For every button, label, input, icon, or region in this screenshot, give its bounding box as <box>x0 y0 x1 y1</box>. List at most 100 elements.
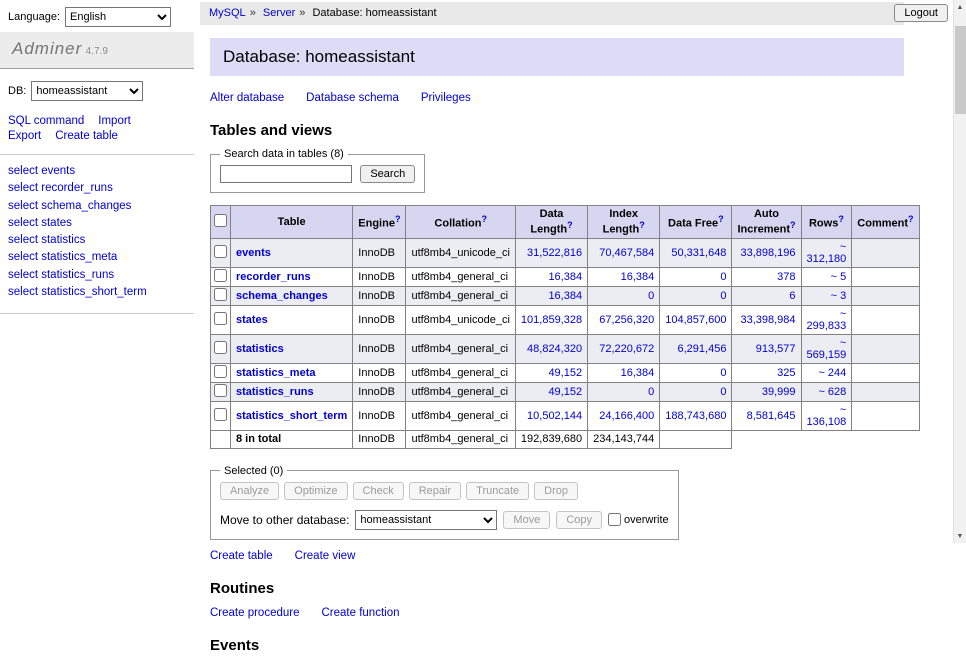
column-help-link[interactable]: ? <box>790 220 796 230</box>
selected-action-button[interactable]: Check <box>353 482 404 500</box>
rows-link[interactable]: ~ 569,159 <box>807 337 847 361</box>
sidebar-table-link[interactable]: select statistics_meta <box>8 251 117 263</box>
rows-link[interactable]: ~ 5 <box>831 271 847 283</box>
sidebar-table-link[interactable]: select statistics <box>8 234 85 246</box>
rows-link[interactable]: ~ 136,108 <box>807 404 847 428</box>
data-length-link[interactable]: 31,522,816 <box>527 247 582 259</box>
index-length-link[interactable]: 0 <box>648 290 654 302</box>
content-link[interactable]: Alter database <box>210 92 284 104</box>
db-select[interactable]: homeassistant <box>31 81 143 101</box>
auto-increment-link[interactable]: 8,581,645 <box>747 410 796 422</box>
row-checkbox[interactable] <box>214 408 227 421</box>
sidebar-table-link[interactable]: select recorder_runs <box>8 182 113 194</box>
row-checkbox[interactable] <box>214 269 227 282</box>
table-name-link[interactable]: recorder_runs <box>236 271 311 283</box>
logout-button[interactable]: Logout <box>894 4 948 22</box>
data-free-link[interactable]: 104,857,600 <box>665 314 726 326</box>
auto-increment-link[interactable]: 913,577 <box>756 343 796 355</box>
index-length-link[interactable]: 16,384 <box>621 367 655 379</box>
scroll-down-arrow[interactable]: ▼ <box>954 529 966 543</box>
data-free-link[interactable]: 0 <box>720 271 726 283</box>
auto-increment-link[interactable]: 6 <box>789 290 795 302</box>
rows-link[interactable]: ~ 244 <box>818 367 846 379</box>
overwrite-option[interactable]: overwrite <box>608 513 669 526</box>
content-link[interactable]: Create function <box>322 607 400 619</box>
scroll-up-arrow[interactable]: ▲ <box>954 0 966 14</box>
table-name-link[interactable]: statistics_short_term <box>236 410 347 422</box>
content-link[interactable]: Create view <box>295 550 356 562</box>
search-input[interactable] <box>220 165 352 183</box>
sidebar-action-link[interactable]: SQL command <box>8 115 84 127</box>
row-checkbox[interactable] <box>214 312 227 325</box>
sidebar-action-link[interactable]: Export <box>8 130 41 142</box>
language-select[interactable]: English <box>65 7 171 27</box>
sidebar-table-link[interactable]: select states <box>8 217 72 229</box>
index-length-link[interactable]: 16,384 <box>621 271 655 283</box>
rows-link[interactable]: ~ 312,180 <box>807 241 847 265</box>
overwrite-checkbox[interactable] <box>608 513 621 526</box>
index-length-link[interactable]: 24,166,400 <box>599 410 654 422</box>
data-length-link[interactable]: 49,152 <box>548 367 582 379</box>
row-checkbox[interactable] <box>214 245 227 258</box>
table-name-link[interactable]: schema_changes <box>236 290 328 302</box>
column-help-link[interactable]: ? <box>639 220 645 230</box>
auto-increment-link[interactable]: 378 <box>777 271 795 283</box>
table-name-link[interactable]: events <box>236 247 271 259</box>
data-free-link[interactable]: 188,743,680 <box>665 410 726 422</box>
row-checkbox[interactable] <box>214 365 227 378</box>
table-name-link[interactable]: statistics_meta <box>236 367 316 379</box>
sidebar-action-link[interactable]: Import <box>98 115 131 127</box>
index-length-link[interactable]: 70,467,584 <box>599 247 654 259</box>
data-free-link[interactable]: 0 <box>720 367 726 379</box>
selected-action-button[interactable]: Truncate <box>466 482 529 500</box>
data-length-link[interactable]: 10,502,144 <box>527 410 582 422</box>
column-help-link[interactable]: ? <box>838 214 844 224</box>
selected-action-button[interactable]: Drop <box>534 482 578 500</box>
auto-increment-link[interactable]: 33,898,196 <box>740 247 795 259</box>
search-button[interactable]: Search <box>360 165 415 183</box>
rows-link[interactable]: ~ 628 <box>818 386 846 398</box>
row-checkbox[interactable] <box>214 384 227 397</box>
table-name-link[interactable]: states <box>236 314 268 326</box>
sidebar-table-link[interactable]: select schema_changes <box>8 200 131 212</box>
data-length-link[interactable]: 49,152 <box>548 386 582 398</box>
scroll-thumb[interactable] <box>955 26 966 114</box>
selected-action-button[interactable]: Repair <box>409 482 461 500</box>
auto-increment-link[interactable]: 325 <box>777 367 795 379</box>
column-help-link[interactable]: ? <box>567 220 573 230</box>
column-help-link[interactable]: ? <box>718 214 724 224</box>
sidebar-action-link[interactable]: Create table <box>55 130 118 142</box>
column-help-link[interactable]: ? <box>395 214 401 224</box>
move-db-select[interactable]: homeassistant <box>355 510 497 530</box>
column-help-link[interactable]: ? <box>908 214 914 224</box>
sidebar-table-link[interactable]: select statistics_short_term <box>8 286 147 298</box>
data-length-link[interactable]: 48,824,320 <box>527 343 582 355</box>
content-link[interactable]: Create table <box>210 550 273 562</box>
index-length-link[interactable]: 72,220,672 <box>599 343 654 355</box>
data-free-link[interactable]: 0 <box>720 386 726 398</box>
data-length-link[interactable]: 101,859,328 <box>521 314 582 326</box>
move-button[interactable]: Move <box>503 511 550 529</box>
auto-increment-link[interactable]: 33,398,984 <box>740 314 795 326</box>
app-title-link[interactable]: Adminer <box>12 39 82 58</box>
rows-link[interactable]: ~ 3 <box>831 290 847 302</box>
data-length-link[interactable]: 16,384 <box>548 271 582 283</box>
row-checkbox[interactable] <box>214 341 227 354</box>
data-free-link[interactable]: 6,291,456 <box>678 343 727 355</box>
row-checkbox[interactable] <box>214 288 227 301</box>
sidebar-table-link[interactable]: select statistics_runs <box>8 269 114 281</box>
index-length-link[interactable]: 67,256,320 <box>599 314 654 326</box>
data-length-link[interactable]: 16,384 <box>548 290 582 302</box>
selected-action-button[interactable]: Optimize <box>284 482 347 500</box>
selected-action-button[interactable]: Analyze <box>220 482 279 500</box>
breadcrumb-link[interactable]: Server <box>263 7 295 19</box>
content-link[interactable]: Create procedure <box>210 607 300 619</box>
content-link[interactable]: Database schema <box>306 92 399 104</box>
content-link[interactable]: Privileges <box>421 92 471 104</box>
data-free-link[interactable]: 50,331,648 <box>671 247 726 259</box>
auto-increment-link[interactable]: 39,999 <box>762 386 796 398</box>
copy-button[interactable]: Copy <box>556 511 602 529</box>
data-free-link[interactable]: 0 <box>720 290 726 302</box>
column-help-link[interactable]: ? <box>481 214 487 224</box>
index-length-link[interactable]: 0 <box>648 386 654 398</box>
